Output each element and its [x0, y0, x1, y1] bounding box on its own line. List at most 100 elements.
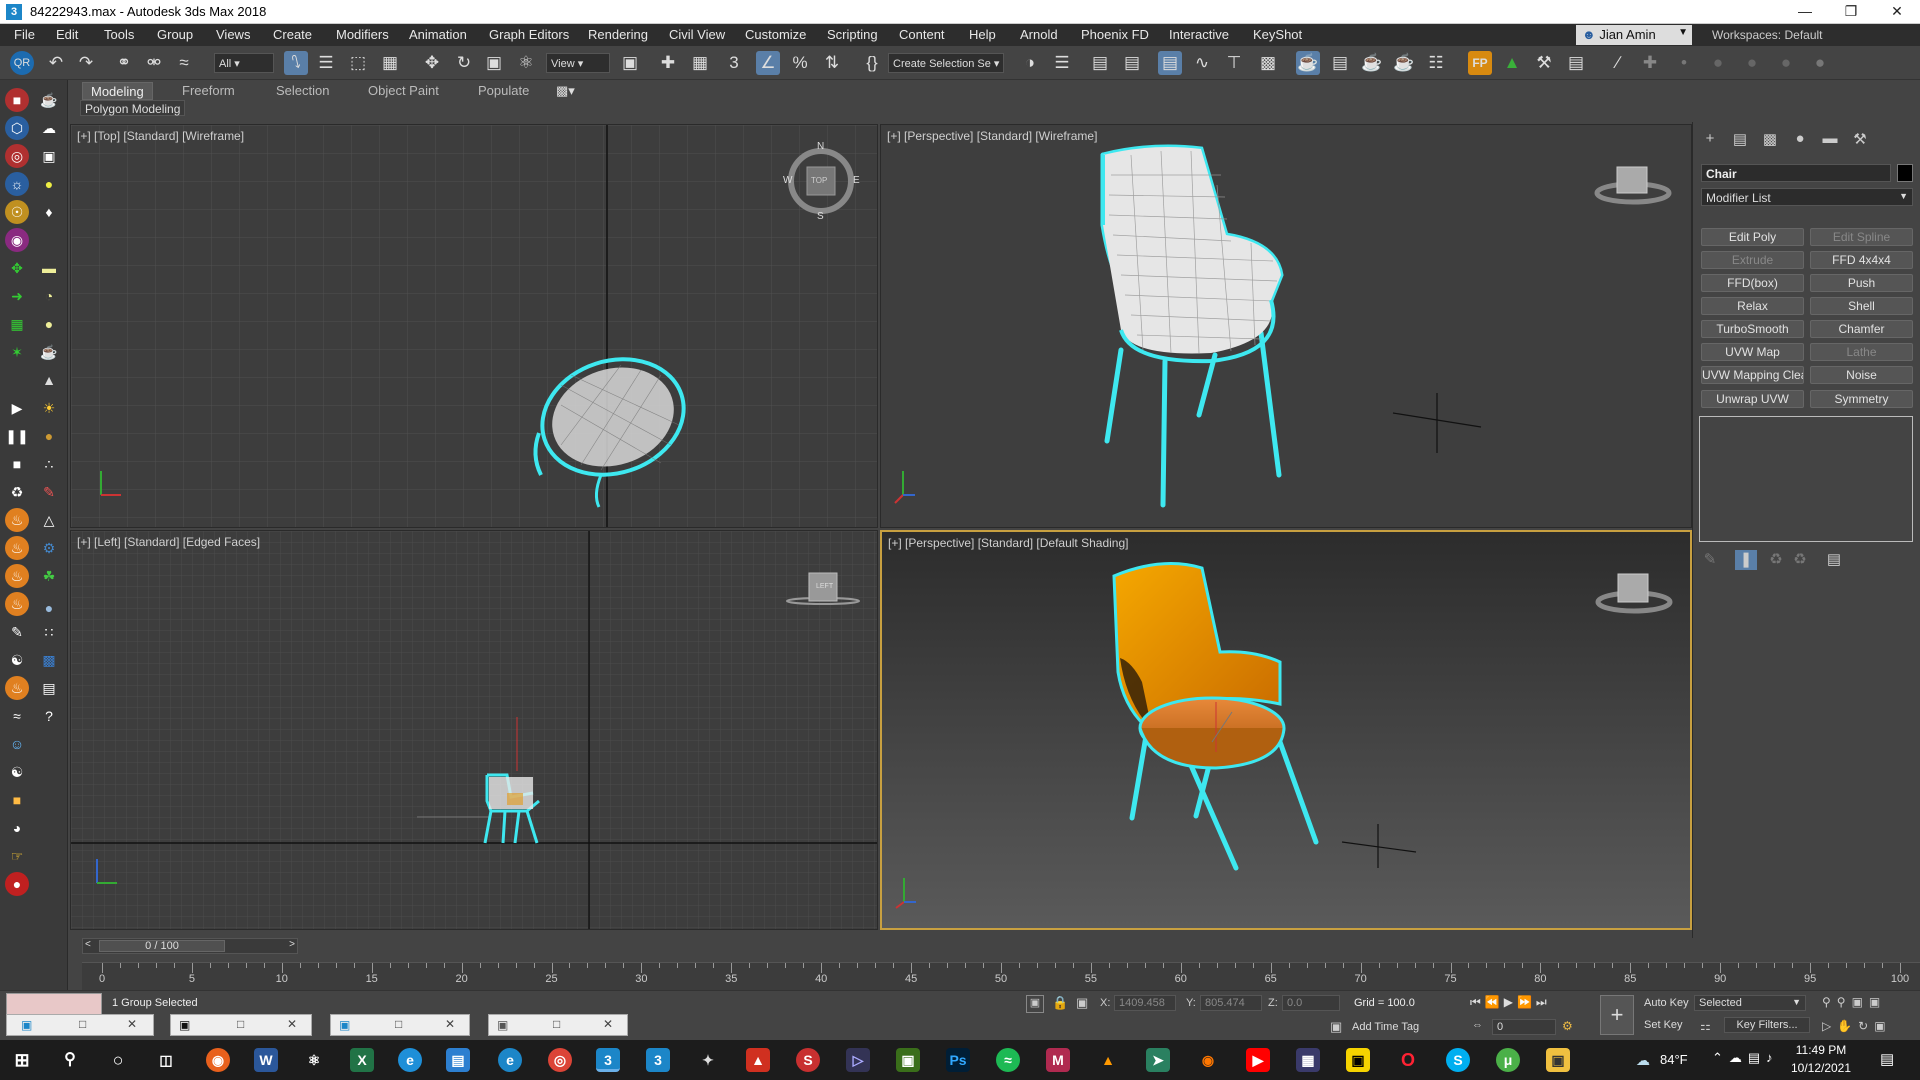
minimized-window[interactable]: ▣ □ ✕	[6, 1014, 154, 1036]
z-coordinate-field[interactable]: 0.0	[1282, 995, 1340, 1011]
maxscript-listener[interactable]	[6, 993, 102, 1015]
modifier-button[interactable]: Shell	[1810, 297, 1913, 315]
angle-snap-icon[interactable]: ∠	[756, 51, 780, 75]
skype-icon[interactable]: S	[1446, 1048, 1470, 1072]
add-time-tag-button[interactable]: Add Time Tag	[1352, 1021, 1419, 1033]
plane-icon[interactable]: ▬	[37, 256, 61, 280]
cube-icon[interactable]: ▩	[37, 648, 61, 672]
modifier-button[interactable]: Relax	[1701, 297, 1804, 315]
weather-icon[interactable]: ☁	[1636, 1052, 1650, 1069]
particles-icon[interactable]: ∴	[37, 452, 61, 476]
target-icon[interactable]: ◎	[5, 144, 29, 168]
render-iterative-icon[interactable]: ☕	[1392, 51, 1416, 75]
ribbon-options-icon[interactable]: ▩▾	[548, 82, 583, 100]
light-icon[interactable]: ☼	[5, 172, 29, 196]
viewport-perspective-wireframe[interactable]: [+] [Perspective] [Standard] [Wireframe]	[880, 124, 1692, 528]
menu-file[interactable]: File	[14, 27, 35, 42]
opera-icon[interactable]: O	[1396, 1048, 1420, 1072]
menu-group[interactable]: Group	[157, 27, 193, 42]
task-view-icon[interactable]: ◫	[154, 1048, 178, 1072]
time-slider[interactable]: < 0 / 100 >	[82, 938, 298, 954]
modifier-button[interactable]: Chamfer	[1810, 320, 1913, 338]
curve-editor-icon[interactable]: ∿	[1190, 51, 1214, 75]
menu-scripting[interactable]: Scripting	[827, 27, 878, 42]
sun-icon[interactable]: ☀	[37, 396, 61, 420]
display-tab-icon[interactable]: ▬	[1819, 130, 1841, 150]
fire-icon[interactable]: ♨	[5, 508, 29, 532]
torch-icon[interactable]: ♨	[5, 676, 29, 700]
notification-icon[interactable]: ▤	[1880, 1050, 1894, 1068]
next-frame-icon[interactable]: >	[289, 939, 295, 950]
brush-icon[interactable]: ∕	[1606, 51, 1630, 75]
photoshop-icon[interactable]: Ps	[946, 1048, 970, 1072]
space-warp-icon[interactable]: ◉	[5, 228, 29, 252]
flame-icon[interactable]: ♨	[5, 564, 29, 588]
sticky-icon[interactable]: ▣	[1346, 1048, 1370, 1072]
hat-icon[interactable]: ◕	[5, 816, 29, 840]
store-icon[interactable]: ▤	[446, 1048, 470, 1072]
schematic-view-icon[interactable]: ⊤	[1222, 51, 1246, 75]
pyramid-icon[interactable]: △	[37, 508, 61, 532]
clipboard-icon[interactable]: ▤	[37, 676, 61, 700]
render-in-cloud-icon[interactable]: ☷	[1424, 51, 1448, 75]
close-icon[interactable]: ✕	[445, 1017, 455, 1031]
word-icon[interactable]: W	[254, 1048, 278, 1072]
modifier-button[interactable]: FFD 4x4x4	[1810, 251, 1913, 269]
hierarchy-tab-icon[interactable]: ▩	[1759, 130, 1781, 150]
cortana-icon[interactable]: ○	[106, 1048, 130, 1072]
pause-icon[interactable]: ❚❚	[5, 424, 29, 448]
absolute-mode-icon[interactable]: ▣	[1076, 995, 1088, 1011]
stop-icon[interactable]: ■	[5, 452, 29, 476]
file-explorer-icon[interactable]: ▣	[1546, 1048, 1570, 1072]
blender-icon[interactable]: ◉	[1196, 1048, 1220, 1072]
show-end-result-icon[interactable]: ❚	[1735, 550, 1757, 570]
viewport-left[interactable]: [+] [Left] [Standard] [Edged Faces] LEFT	[70, 530, 878, 930]
scene-explorer-icon[interactable]: ▤	[1088, 51, 1112, 75]
select-object-icon[interactable]: ⭛	[284, 51, 308, 75]
hemisphere-icon[interactable]: ◔	[37, 284, 61, 308]
key-mode-icon[interactable]: ⇔	[1472, 1019, 1483, 1031]
person-icon[interactable]: ☺	[5, 732, 29, 756]
move-icon[interactable]: ✥	[420, 51, 444, 75]
set-key-big-button[interactable]: +	[1600, 995, 1634, 1035]
jar-icon[interactable]: ■	[5, 788, 29, 812]
spotify-icon[interactable]: ≈	[996, 1048, 1020, 1072]
menu-interactive[interactable]: Interactive	[1169, 27, 1229, 42]
modify-tab-icon[interactable]: ▤	[1729, 130, 1751, 150]
menu-animation[interactable]: Animation	[409, 27, 467, 42]
youtube-icon[interactable]: ▶	[1246, 1048, 1270, 1072]
menu-graph-editors[interactable]: Graph Editors	[489, 27, 569, 42]
edge-legacy-icon[interactable]: e	[498, 1048, 522, 1072]
menu-arnold[interactable]: Arnold	[1020, 27, 1058, 42]
prev-frame-icon[interactable]: <	[85, 939, 91, 950]
menu-help[interactable]: Help	[969, 27, 996, 42]
viewport-perspective-shaded[interactable]: [+] [Perspective] [Standard] [Default Sh…	[880, 530, 1692, 930]
menu-views[interactable]: Views	[216, 27, 250, 42]
render-production-icon[interactable]: ☕	[1360, 51, 1384, 75]
key-filter-icon[interactable]: ⚏	[1700, 1019, 1711, 1033]
gear-icon[interactable]: ⚙	[37, 536, 61, 560]
select-by-name-icon[interactable]: ☰	[314, 51, 338, 75]
help-icon[interactable]: ?	[37, 704, 61, 728]
restore-icon[interactable]: □	[237, 1017, 244, 1031]
grid-icon[interactable]: ▦	[5, 312, 29, 336]
move-gizmo-icon[interactable]: ✥	[5, 256, 29, 280]
modifier-button[interactable]: UVW Mapping Clear	[1701, 366, 1804, 384]
keyboard-shortcut-icon[interactable]: ▦	[688, 51, 712, 75]
glass-sphere-icon[interactable]: ●	[37, 596, 61, 620]
search-icon[interactable]: ⚲	[58, 1048, 82, 1072]
cone-icon[interactable]: ▲	[37, 368, 61, 392]
minimized-window[interactable]: ▣ □ ✕	[330, 1014, 470, 1036]
object-color-swatch[interactable]	[1897, 164, 1913, 182]
fire-sim-icon[interactable]: ♨	[5, 536, 29, 560]
pivot-center-icon[interactable]: ▣	[618, 51, 642, 75]
render-setup-icon[interactable]: ☕	[1296, 51, 1320, 75]
menu-tools[interactable]: Tools	[104, 27, 134, 42]
lock-icon[interactable]: 🔒	[1052, 995, 1068, 1011]
rect-selection-icon[interactable]: ⬚	[346, 51, 370, 75]
excel-icon[interactable]: X	[350, 1048, 374, 1072]
modifier-button[interactable]: Extrude	[1701, 251, 1804, 269]
set-key-button[interactable]: Set Key	[1644, 1019, 1683, 1031]
tool-icon[interactable]: ⚒	[1532, 51, 1556, 75]
minimized-window[interactable]: ▣ □ ✕	[170, 1014, 312, 1036]
